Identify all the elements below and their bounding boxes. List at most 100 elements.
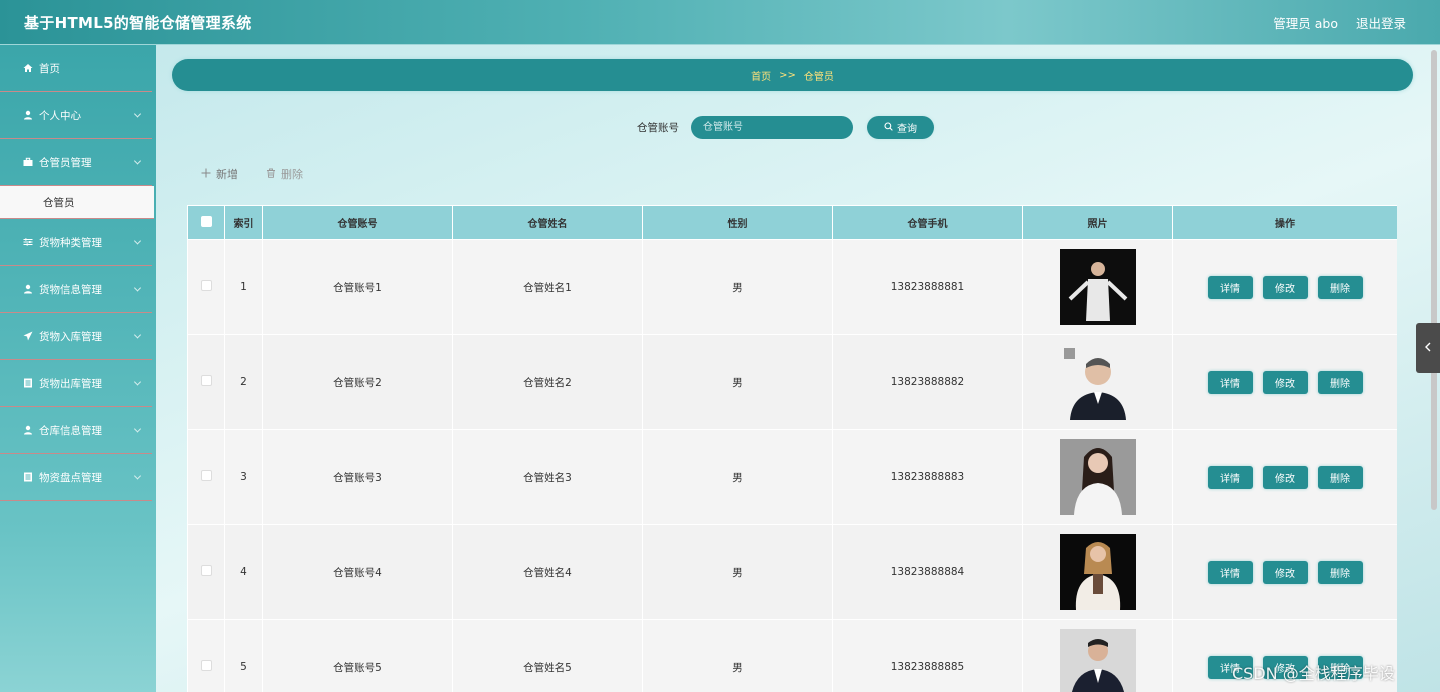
gender-cell: 男: [642, 524, 833, 620]
account-cell: 仓管账号5: [262, 619, 453, 692]
sidebar-item-label: 货物种类管理: [39, 236, 102, 249]
breadcrumb-separator: >>: [779, 69, 796, 81]
trash-icon: [266, 168, 276, 181]
chevron-down-icon: [133, 110, 142, 118]
phone-cell: 13823888881: [832, 239, 1023, 335]
chevron-down-icon: [133, 378, 142, 386]
photo-cell: [1022, 429, 1173, 525]
add-button-label: 新增: [216, 168, 238, 181]
chevron-down-icon: [133, 331, 142, 339]
search-icon: [884, 121, 893, 134]
row-checkbox[interactable]: [200, 470, 212, 481]
photo-cell: [1022, 619, 1173, 692]
user-icon: [22, 110, 33, 121]
operation-cell: 详情 修改 删除: [1172, 429, 1397, 525]
user-icon: [22, 425, 33, 436]
detail-button[interactable]: 详情: [1207, 465, 1253, 489]
chevron-down-icon: [133, 157, 142, 165]
search-input[interactable]: [691, 116, 853, 139]
page-scrollbar-thumb[interactable]: [1431, 50, 1437, 510]
table-row: 5 仓管账号5 仓管姓名5 男 13823888885 详情 修改 删除: [187, 619, 1397, 692]
index-cell: 2: [224, 334, 263, 430]
row-select-cell: [187, 429, 225, 525]
sidebar-item-goods-info[interactable]: 货物信息管理: [0, 266, 152, 313]
briefcase-icon: [22, 157, 33, 168]
add-button[interactable]: 新增: [201, 166, 238, 182]
sidebar-item-goods-outbound[interactable]: 货物出库管理: [0, 360, 152, 407]
user-icon: [22, 284, 33, 295]
sidebar-item-label: 首页: [39, 62, 60, 75]
delete-button[interactable]: 删除: [1317, 465, 1363, 489]
edit-button[interactable]: 修改: [1262, 275, 1308, 299]
edit-button[interactable]: 修改: [1262, 465, 1308, 489]
sidebar-subitem-keeper[interactable]: 仓管员: [0, 186, 154, 219]
sidebar-item-goods-inbound[interactable]: 货物入库管理: [0, 313, 152, 360]
home-icon: [22, 63, 33, 74]
detail-button[interactable]: 详情: [1207, 370, 1253, 394]
search-button-label: 查询: [897, 124, 917, 135]
detail-button[interactable]: 详情: [1207, 560, 1253, 584]
list-icon: [22, 378, 33, 389]
chevron-down-icon: [133, 284, 142, 292]
table-row: 4 仓管账号4 仓管姓名4 男 13823888884 详情 修改 删除: [187, 524, 1397, 620]
sidebar-item-home[interactable]: 首页: [0, 45, 152, 92]
search-row: 仓管账号 查询: [637, 116, 934, 139]
row-checkbox[interactable]: [200, 660, 212, 671]
collapse-panel-tab[interactable]: [1416, 323, 1440, 373]
name-cell: 仓管姓名1: [452, 239, 643, 335]
sidebar-item-inventory-check[interactable]: 物资盘点管理: [0, 454, 152, 501]
row-checkbox[interactable]: [200, 280, 212, 291]
sidebar-item-personal-center[interactable]: 个人中心: [0, 92, 152, 139]
plus-icon: [201, 168, 211, 181]
logout-link[interactable]: 退出登录: [1356, 13, 1406, 32]
photo-cell: [1022, 334, 1173, 430]
row-checkbox[interactable]: [200, 565, 212, 576]
app-title: 基于HTML5的智能仓储管理系统: [24, 13, 252, 32]
column-header: 仓管手机: [832, 205, 1023, 240]
operation-cell: 详情 修改 删除: [1172, 239, 1397, 335]
breadcrumb: 首页 >> 仓管员: [172, 59, 1413, 91]
chevron-left-icon: [1424, 342, 1432, 355]
row-checkbox[interactable]: [200, 375, 212, 386]
search-label: 仓管账号: [637, 122, 679, 134]
chevron-down-icon: [133, 472, 142, 480]
row-select-cell: [187, 619, 225, 692]
send-icon: [22, 331, 33, 342]
detail-button[interactable]: 详情: [1207, 275, 1253, 299]
sliders-icon: [22, 237, 33, 248]
keeper-photo: [1059, 629, 1136, 692]
name-cell: 仓管姓名3: [452, 429, 643, 525]
gender-cell: 男: [642, 619, 833, 692]
keeper-photo: [1059, 249, 1136, 325]
sidebar-item-warehouse-info[interactable]: 仓库信息管理: [0, 407, 152, 454]
sidebar-item-label: 货物出库管理: [39, 377, 102, 390]
index-cell: 4: [224, 524, 263, 620]
sidebar-subitem-label: 仓管员: [43, 196, 75, 209]
index-cell: 5: [224, 619, 263, 692]
edit-button[interactable]: 修改: [1262, 560, 1308, 584]
column-header: 仓管姓名: [452, 205, 643, 240]
column-header: 仓管账号: [262, 205, 453, 240]
row-select-cell: [187, 334, 225, 430]
operation-cell: 详情 修改 删除: [1172, 334, 1397, 430]
delete-button[interactable]: 删除: [1317, 560, 1363, 584]
current-user-label[interactable]: 管理员 abo: [1273, 13, 1338, 32]
sidebar: 首页 个人中心 仓管员管理 仓管员 货物种类管理 货物信息管理 货物入库管理 货…: [0, 45, 156, 692]
select-all-checkbox[interactable]: [200, 215, 212, 227]
search-button[interactable]: 查询: [867, 116, 934, 139]
batch-delete-button[interactable]: 删除: [266, 166, 303, 182]
sidebar-item-label: 货物信息管理: [39, 283, 102, 296]
delete-button[interactable]: 删除: [1317, 275, 1363, 299]
sidebar-item-label: 个人中心: [39, 109, 81, 122]
sidebar-item-keeper-management[interactable]: 仓管员管理: [0, 139, 152, 186]
edit-button[interactable]: 修改: [1262, 370, 1308, 394]
account-cell: 仓管账号4: [262, 524, 453, 620]
column-header: 索引: [224, 205, 263, 240]
breadcrumb-home[interactable]: 首页: [751, 68, 771, 83]
breadcrumb-current: 仓管员: [803, 71, 834, 83]
sidebar-item-goods-category[interactable]: 货物种类管理: [0, 219, 152, 266]
sidebar-item-label: 物资盘点管理: [39, 471, 102, 484]
delete-button[interactable]: 删除: [1317, 370, 1363, 394]
table-header-row: 索引 仓管账号 仓管姓名 性别 仓管手机 照片 操作: [187, 205, 1397, 240]
table-row: 2 仓管账号2 仓管姓名2 男 13823888882 详情 修改 删除: [187, 334, 1397, 430]
